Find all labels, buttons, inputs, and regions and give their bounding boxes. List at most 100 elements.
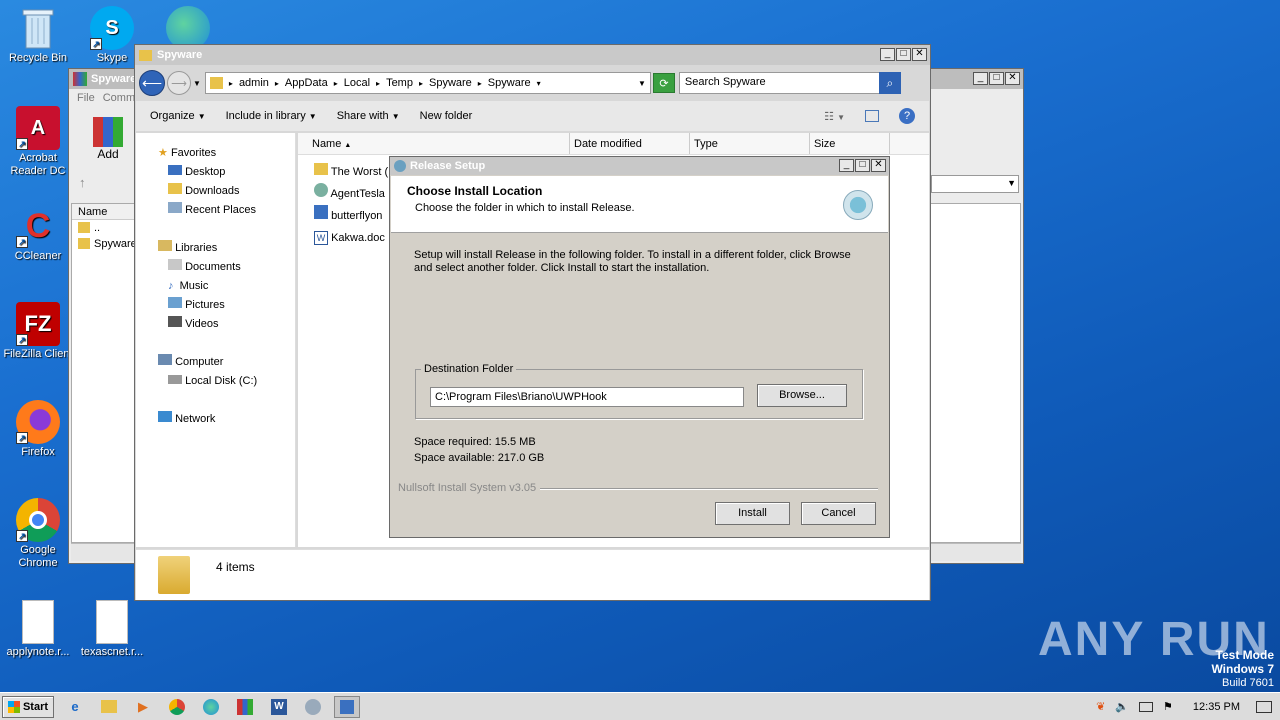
column-date-modified[interactable]: Date modified [570,133,690,154]
nav-documents[interactable]: Documents [158,258,295,277]
minimize-button[interactable]: _ [880,48,895,61]
nav-libraries[interactable]: Libraries [158,239,295,258]
view-options-icon[interactable]: ☷ ▼ [824,110,845,123]
minimize-button[interactable]: _ [973,72,988,85]
winrar-window-controls: _ □ ✕ [973,72,1020,85]
start-button[interactable]: Start [2,695,54,718]
desktop-icon-firefox[interactable]: ↗ Firefox [0,400,76,458]
nav-pictures[interactable]: Pictures [158,296,295,315]
desktop-icon-ccleaner[interactable]: C ↗ CCleaner [0,204,76,263]
nav-computer[interactable]: Computer [158,353,295,372]
winrar-col-name[interactable]: Name [72,204,134,220]
forward-button[interactable]: ⟶ [167,71,191,95]
new-folder-button[interactable]: New folder [420,110,473,122]
history-dropdown-icon[interactable]: ▼ [193,79,201,88]
filezilla-icon: FZ ↗ [16,302,60,346]
search-icon[interactable]: ⌕ [878,72,901,94]
nav-music[interactable]: ♪ Music [158,277,295,296]
setup-taskbar-icon[interactable] [300,696,326,718]
computer-icon [158,354,172,365]
breadcrumb-item[interactable]: Spyware [488,77,531,89]
nav-favorites[interactable]: ★ Favorites [158,144,295,163]
nav-desktop[interactable]: Desktop [158,163,295,182]
system-tray: ❦ 🔈 ⚑ 12:35 PM [1096,700,1280,713]
action-center-flag-icon[interactable]: ⚑ [1163,700,1173,713]
breadcrumb-item[interactable]: AppData [285,77,328,89]
breadcrumb-chevron-icon: ▸ [333,78,338,88]
desktop-icon-chrome[interactable]: ↗ Google Chrome [0,498,76,570]
help-icon[interactable]: ? [899,108,915,124]
maximize-button[interactable]: □ [855,159,870,172]
desktop-icon-recycle-bin[interactable]: Recycle Bin [0,6,76,64]
internet-explorer-icon[interactable]: e [62,696,88,718]
media-player-icon[interactable]: ▶ [130,696,156,718]
folder-icon [139,49,152,61]
installer-taskbar-icon[interactable] [334,695,360,718]
show-desktop-icon[interactable] [1256,700,1272,713]
desktop-icon-applynote[interactable]: applynote.r... [0,600,76,658]
setup-description: Setup will install Release in the follow… [414,249,851,274]
preview-pane-icon[interactable] [865,110,879,122]
file-explorer-icon[interactable] [96,696,122,718]
desktop-icon-label: Acrobat Reader DC [10,152,66,177]
breadcrumb-item[interactable]: Temp [386,77,413,89]
cancel-button[interactable]: Cancel [801,502,876,525]
nav-videos[interactable]: Videos [158,315,295,334]
install-button[interactable]: Install [715,502,790,525]
desktop-icon-acrobat[interactable]: A ↗ Acrobat Reader DC [0,106,76,178]
edge-icon[interactable] [198,696,224,718]
executable-icon [314,205,328,219]
menu-commands[interactable]: Comm [103,92,135,104]
menu-file[interactable]: File [77,92,95,104]
column-name[interactable]: Name ▲ [298,133,570,154]
breadcrumb-item[interactable]: admin [239,77,269,89]
up-arrow-icon[interactable]: ↑ [79,175,129,195]
setup-dialog[interactable]: Release Setup _ □ ✕ Choose Install Locatio… [389,156,890,538]
winrar-icon[interactable] [232,696,258,718]
winrar-path-dropdown[interactable]: ▼ [931,175,1019,193]
volume-icon[interactable]: 🔈 [1115,700,1129,713]
close-button[interactable]: ✕ [1005,72,1020,85]
documents-icon [168,259,182,270]
maximize-button[interactable]: □ [989,72,1004,85]
clock[interactable]: 12:35 PM [1193,701,1240,713]
item-count: 4 items [216,560,255,574]
refresh-button[interactable]: ⟳ [652,73,675,93]
organize-button[interactable]: Organize ▼ [150,110,206,122]
address-bar[interactable]: ▸ admin ▸ AppData ▸ Local ▸ Temp ▸ Spyware ▸ … [204,72,651,94]
explorer-titlebar[interactable]: Spyware [135,45,930,65]
column-size[interactable]: Size [810,133,890,154]
column-type[interactable]: Type [690,133,810,154]
maximize-button[interactable]: □ [896,48,911,61]
search-input[interactable]: Search Spyware ⌕ [678,72,901,94]
ccleaner-icon: C ↗ [16,204,60,248]
include-in-library-button[interactable]: Include in library ▼ [226,110,317,122]
butterfly-tray-icon[interactable]: ❦ [1096,700,1105,713]
breadcrumb-item[interactable]: Local [344,77,370,89]
nav-recent-places[interactable]: Recent Places [158,201,295,220]
browse-button[interactable]: Browse... [757,384,847,407]
add-button[interactable]: Add [91,117,125,161]
navigation-pane[interactable]: ★ Favorites Desktop Downloads Recent Pla… [136,133,296,547]
address-dropdown-icon[interactable]: ▼ [638,79,646,88]
word-icon[interactable]: W [266,696,292,718]
desktop-icon-filezilla[interactable]: FZ ↗ FileZilla Client [0,302,76,360]
setup-header: Choose Install Location Choose the folde… [391,176,888,233]
back-button[interactable]: ⟵ [139,70,165,96]
setup-titlebar[interactable]: Release Setup [390,157,889,175]
network-tray-icon[interactable] [1139,701,1154,712]
desktop-icon [168,165,182,175]
nav-local-disk[interactable]: Local Disk (C:) [158,372,295,391]
destination-folder-input[interactable]: C:\Program Files\Briano\UWPHook [430,387,744,407]
nav-downloads[interactable]: Downloads [158,182,295,201]
archive-icon [93,117,123,147]
minimize-button[interactable]: _ [839,159,854,172]
close-button[interactable]: ✕ [871,159,886,172]
breadcrumb-item[interactable]: Spyware [429,77,472,89]
nav-network[interactable]: Network [158,410,295,429]
desktop-icon-texascnet[interactable]: texascnet.r... [74,600,150,658]
share-with-button[interactable]: Share with ▼ [337,110,400,122]
close-button[interactable]: ✕ [912,48,927,61]
chrome-icon[interactable] [164,696,190,718]
file-icon [96,600,128,644]
